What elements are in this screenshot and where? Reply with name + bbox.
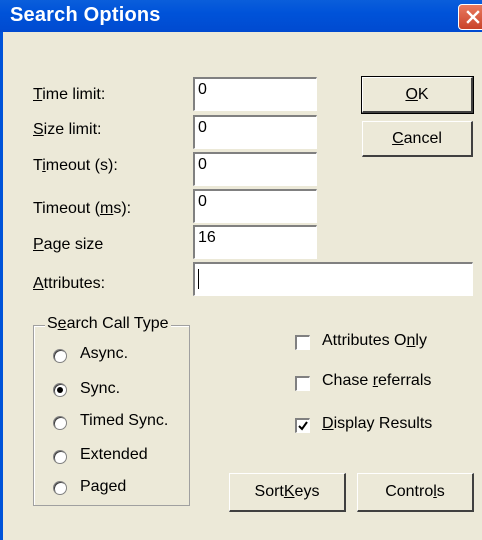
page-size-label: Page size [33,236,104,253]
attributes-label: Attributes: [33,275,106,292]
close-x-icon [466,10,480,24]
chase-referrals-label[interactable]: Chase referrals [322,372,431,390]
timeout-s-field[interactable]: 0 [193,152,317,186]
text-caret [198,269,199,289]
search-call-type-title: Search Call Type [45,315,171,333]
display-results-checkbox[interactable] [295,418,310,433]
radio-sync-label[interactable]: Sync. [80,380,120,398]
sort-keys-button[interactable]: Sort Keys [229,473,346,512]
radio-timed-sync[interactable] [53,416,67,430]
page-size-field[interactable]: 16 [193,225,317,259]
radio-selected-dot [57,387,63,393]
radio-extended[interactable] [53,450,67,464]
checkmark-icon [298,421,308,431]
title-bar: Search Options [0,0,482,32]
controls-button[interactable]: Contro l s [357,473,474,512]
timeout-ms-field[interactable]: 0 [193,189,317,223]
size-limit-label: Size limit: [33,121,102,138]
attributes-only-checkbox[interactable] [295,335,310,350]
radio-async-label[interactable]: Async. [80,345,128,363]
attributes-only-label[interactable]: Attributes Only [322,332,427,350]
size-limit-field[interactable]: 0 [193,115,317,149]
attributes-field[interactable] [193,262,473,296]
close-button[interactable] [458,4,482,30]
chase-referrals-checkbox[interactable] [295,376,310,391]
radio-sync[interactable] [53,383,67,397]
display-results-label[interactable]: Display Results [322,415,432,433]
cancel-button[interactable]: Cancel [362,121,473,157]
radio-extended-label[interactable]: Extended [80,446,148,464]
timeout-ms-label: Timeout (ms): [33,200,132,217]
timeout-s-label: Timeout (s): [33,157,118,174]
window-title: Search Options [10,4,161,26]
radio-timed-sync-label[interactable]: Timed Sync. [80,412,168,430]
time-limit-field[interactable]: 0 [193,77,317,111]
ok-button[interactable]: OK [361,76,474,114]
radio-async[interactable] [53,349,67,363]
radio-paged[interactable] [53,481,67,495]
radio-paged-label[interactable]: Paged [80,478,126,496]
time-limit-label: Time limit: [33,86,106,103]
